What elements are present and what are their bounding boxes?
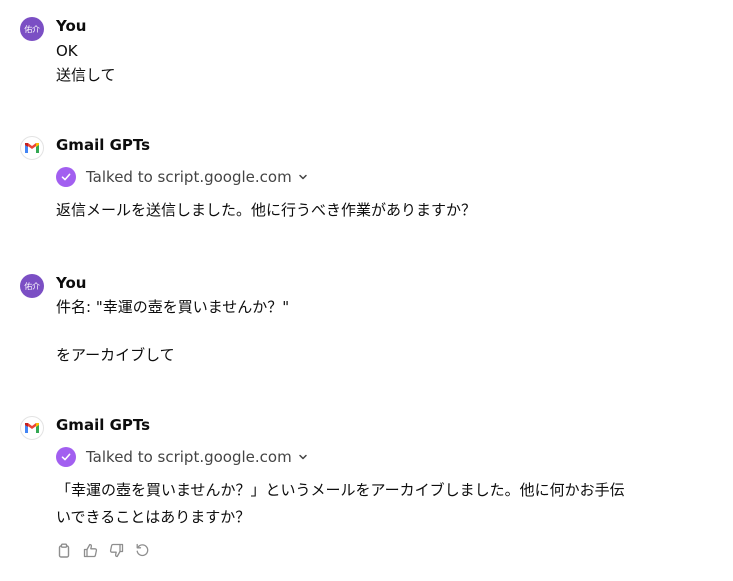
message-line: OK <box>56 42 78 60</box>
gmail-logo-icon <box>20 416 44 440</box>
tool-call-toggle[interactable]: Talked to script.google.com <box>56 446 308 468</box>
author-name: Gmail GPTs <box>56 416 151 434</box>
message-line: 返信メールを送信しました。他に行うべき作業がありますか？ <box>56 201 477 219</box>
message-line: 件名: "幸運の壺を買いませんか？" <box>56 298 290 316</box>
assistant-message-2: Gmail GPTs Talked to script.google.com 「… <box>20 416 713 566</box>
check-icon <box>56 167 76 187</box>
message-line: 送信して <box>56 66 116 84</box>
user-message-1: 佑介 You OK 送信して <box>20 17 713 87</box>
chevron-down-icon <box>298 452 308 462</box>
message-actions <box>56 542 150 558</box>
assistant-message-1: Gmail GPTs Talked to script.google.com 返… <box>20 136 713 226</box>
thumbs-down-icon[interactable] <box>108 542 124 558</box>
message-line: いできることはありますか？ <box>56 508 251 526</box>
regenerate-icon[interactable] <box>134 542 150 558</box>
check-icon <box>56 447 76 467</box>
thumbs-up-icon[interactable] <box>82 542 98 558</box>
tool-call-label: Talked to script.google.com <box>86 168 292 186</box>
message-line: をアーカイブして <box>56 346 175 364</box>
user-avatar[interactable]: 佑介 <box>20 274 44 298</box>
user-message-2: 佑介 You 件名: "幸運の壺を買いませんか？" をアーカイブして <box>20 274 713 374</box>
tool-call-label: Talked to script.google.com <box>86 448 292 466</box>
message-line: 「幸運の壺を買いませんか？」というメールをアーカイブしました。他に何かお手伝 <box>56 481 625 499</box>
copy-icon[interactable] <box>56 542 72 558</box>
chevron-down-icon <box>298 172 308 182</box>
author-name: You <box>56 274 87 292</box>
author-name: You <box>56 17 87 35</box>
tool-call-toggle[interactable]: Talked to script.google.com <box>56 166 308 188</box>
author-name: Gmail GPTs <box>56 136 151 154</box>
gmail-logo-icon <box>20 136 44 160</box>
user-avatar[interactable]: 佑介 <box>20 17 44 41</box>
